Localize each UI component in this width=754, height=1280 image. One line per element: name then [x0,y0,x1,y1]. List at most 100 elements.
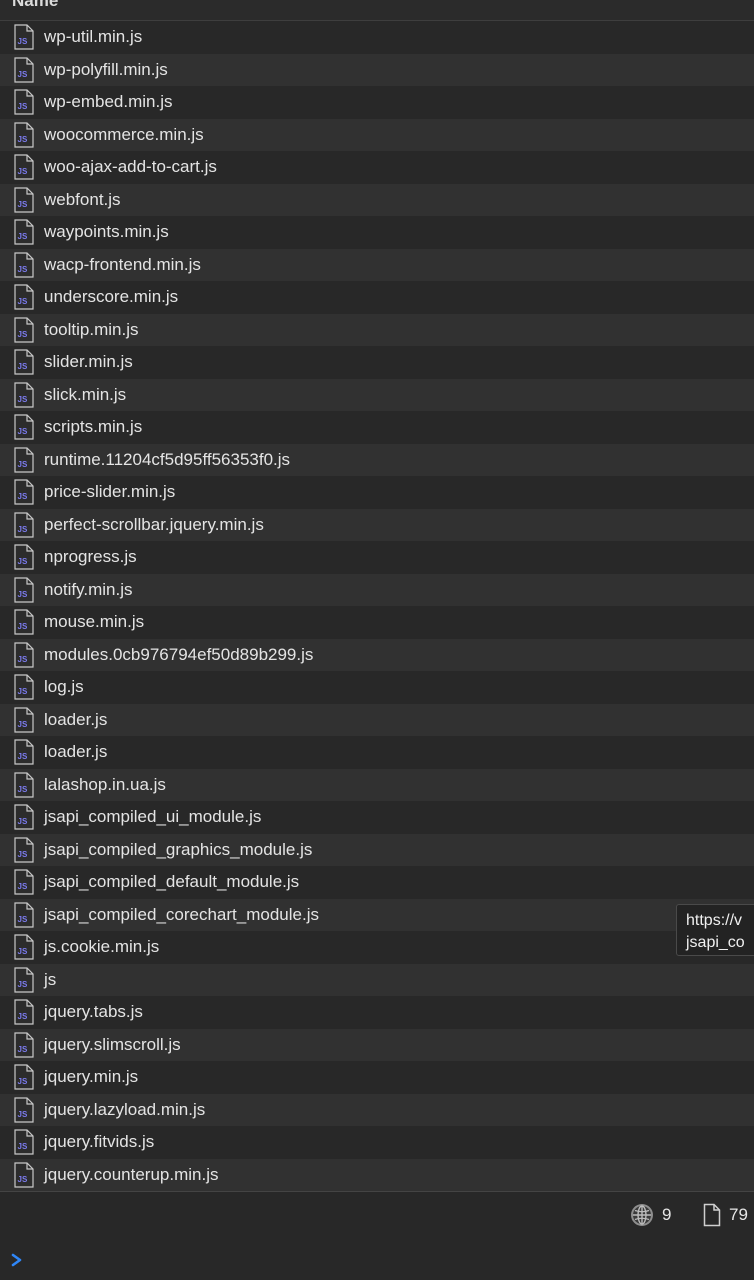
svg-text:JS: JS [18,785,28,794]
svg-text:JS: JS [18,980,28,989]
svg-text:JS: JS [18,232,28,241]
file-row[interactable]: JS waypoints.min.js [0,216,754,249]
file-name: runtime.11204cf5d95ff56353f0.js [44,449,291,469]
svg-text:JS: JS [18,622,28,631]
svg-text:JS: JS [18,102,28,111]
js-file-icon: JS [14,89,34,115]
file-name: woocommerce.min.js [44,124,204,144]
js-file-icon: JS [14,479,34,505]
file-list: JS wp-util.min.js JS wp-polyfill.min.js JS wp… [0,21,754,1191]
svg-text:JS: JS [18,1077,28,1086]
tooltip-filename-text: jsapi_co [686,934,745,951]
file-name: wp-util.min.js [44,27,143,47]
file-row[interactable]: JS wp-util.min.js [0,21,754,54]
file-row[interactable]: JS loader.js [0,703,754,736]
file-row[interactable]: JS wp-embed.min.js [0,86,754,119]
svg-text:JS: JS [18,850,28,859]
file-row[interactable]: JS price-slider.min.js [0,476,754,509]
file-name: jquery.min.js [44,1067,139,1087]
svg-text:JS: JS [18,427,28,436]
svg-text:JS: JS [18,395,28,404]
js-file-icon: JS [14,739,34,765]
js-file-icon: JS [14,187,34,213]
file-row[interactable]: JS jquery.counterup.min.js [0,1158,754,1191]
file-name: jquery.fitvids.js [44,1132,155,1152]
svg-text:JS: JS [18,557,28,566]
file-row[interactable]: JS lalashop.in.ua.js [0,768,754,801]
file-row[interactable]: JS jquery.min.js [0,1061,754,1094]
file-row[interactable]: JS wacp-frontend.min.js [0,248,754,281]
file-name: modules.0cb976794ef50d89b299.js [44,644,314,664]
file-row[interactable]: JS loader.js [0,736,754,769]
js-file-icon: JS [14,24,34,50]
svg-text:JS: JS [18,460,28,469]
file-row[interactable]: JS webfont.js [0,183,754,216]
file-row[interactable]: JS nprogress.js [0,541,754,574]
url-tooltip: https://v jsapi_co [676,904,754,956]
js-file-icon: JS [14,122,34,148]
file-name: nprogress.js [44,547,137,567]
js-file-icon: JS [14,609,34,635]
file-name: wp-embed.min.js [44,92,173,112]
file-name: price-slider.min.js [44,482,176,502]
name-column-header[interactable]: Name [0,0,754,21]
file-name: jsapi_compiled_graphics_module.js [44,839,313,859]
file-name: slick.min.js [44,384,127,404]
file-row[interactable]: JS jsapi_compiled_graphics_module.js [0,833,754,866]
js-file-icon: JS [14,707,34,733]
js-file-icon: JS [14,349,34,375]
network-globe-icon [631,1204,653,1226]
js-file-icon: JS [14,577,34,603]
file-row[interactable]: JS runtime.11204cf5d95ff56353f0.js [0,443,754,476]
js-file-icon: JS [14,284,34,310]
js-file-icon: JS [14,837,34,863]
file-row[interactable]: JS mouse.min.js [0,606,754,639]
svg-text:JS: JS [18,655,28,664]
file-row[interactable]: JS modules.0cb976794ef50d89b299.js [0,638,754,671]
file-row[interactable]: JS jquery.lazyload.min.js [0,1093,754,1126]
svg-text:JS: JS [18,947,28,956]
resources-summary[interactable]: 79 [703,1203,748,1227]
svg-text:JS: JS [18,330,28,339]
js-file-icon: JS [14,902,34,928]
file-row[interactable]: JS perfect-scrollbar.jquery.min.js [0,508,754,541]
file-row[interactable]: JS log.js [0,671,754,704]
file-row[interactable]: JS tooltip.min.js [0,313,754,346]
file-row[interactable]: JS scripts.min.js [0,411,754,444]
file-name: jsapi_compiled_ui_module.js [44,807,262,827]
file-row[interactable]: JS underscore.min.js [0,281,754,314]
file-row[interactable]: JS jquery.slimscroll.js [0,1028,754,1061]
file-row[interactable]: JS js [0,963,754,996]
status-bar: 9 79 [0,1191,754,1240]
requests-summary[interactable]: 9 [630,1203,671,1227]
file-row[interactable]: JS jquery.tabs.js [0,996,754,1029]
file-name: jquery.tabs.js [44,1002,143,1022]
file-row[interactable]: JS jsapi_compiled_corechart_module.js [0,898,754,931]
file-row[interactable]: JS wp-polyfill.min.js [0,53,754,86]
svg-text:JS: JS [18,265,28,274]
console-prompt-area[interactable] [0,1239,754,1280]
file-row[interactable]: JS slick.min.js [0,378,754,411]
js-file-icon: JS [14,1129,34,1155]
file-row[interactable]: JS js.cookie.min.js [0,931,754,964]
file-row[interactable]: JS jsapi_compiled_default_module.js [0,866,754,899]
file-row[interactable]: JS woo-ajax-add-to-cart.js [0,151,754,184]
tooltip-url-text: https://v [686,912,743,929]
svg-text:JS: JS [18,752,28,761]
file-name: jsapi_compiled_default_module.js [44,872,300,892]
file-row[interactable]: JS jsapi_compiled_ui_module.js [0,801,754,834]
network-resources-panel: Name JS wp-util.min.js JS wp-polyfill.min.j… [0,0,754,1280]
svg-text:JS: JS [18,167,28,176]
file-row[interactable]: JS slider.min.js [0,346,754,379]
js-file-icon: JS [14,772,34,798]
js-file-icon: JS [14,674,34,700]
file-row[interactable]: JS notify.min.js [0,573,754,606]
svg-text:JS: JS [18,687,28,696]
file-row[interactable]: JS jquery.fitvids.js [0,1126,754,1159]
requests-count: 9 [662,1205,672,1224]
js-file-icon: JS [14,544,34,570]
svg-text:JS: JS [18,817,28,826]
file-row[interactable]: JS woocommerce.min.js [0,118,754,151]
svg-text:JS: JS [18,1012,28,1021]
resources-count: 79 [729,1205,748,1224]
